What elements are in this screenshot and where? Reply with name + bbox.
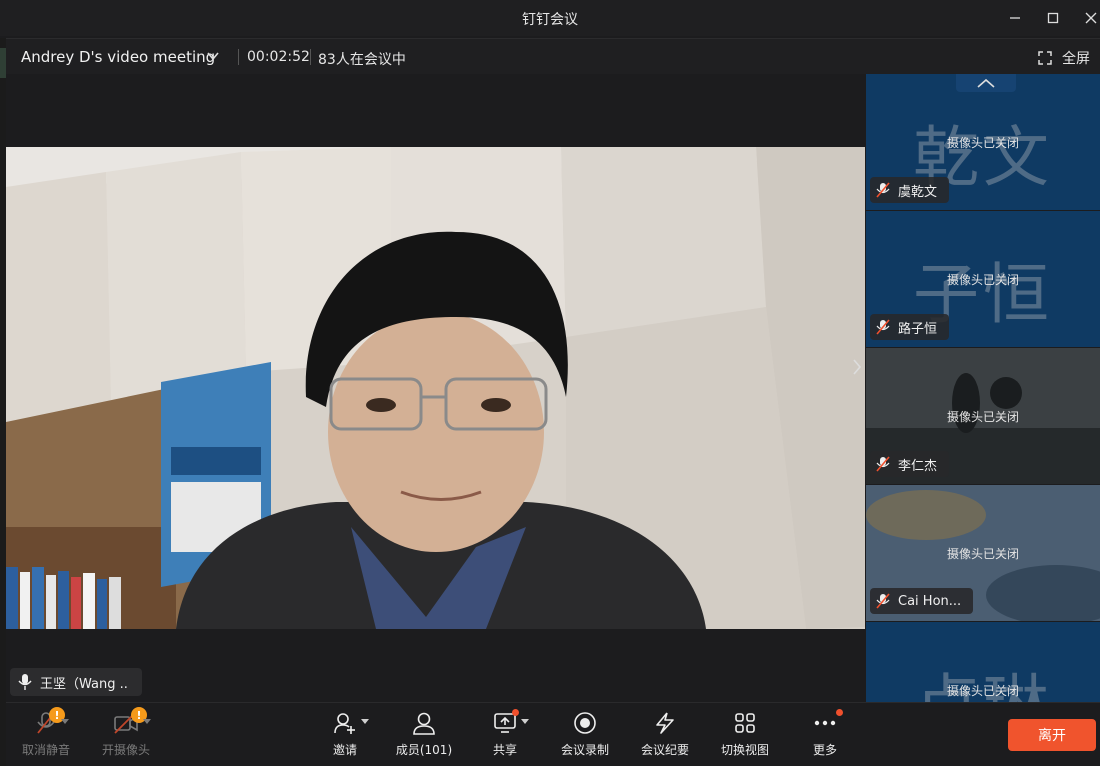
participant-name-tag: 李仁杰 — [870, 451, 950, 477]
minimize-icon — [1010, 17, 1020, 19]
share-label: 共享 — [492, 743, 517, 757]
maximize-button[interactable] — [1038, 6, 1068, 30]
unmute-button[interactable]: ! 取消静音 — [6, 707, 86, 758]
camera-off-status: 摄像头已关闭 — [946, 684, 1019, 698]
participant-name: 路子恒 — [898, 321, 938, 337]
caret-down-icon[interactable] — [61, 719, 69, 724]
leave-button[interactable]: 离开 — [1008, 719, 1096, 751]
record-button[interactable]: 会议录制 — [545, 711, 625, 758]
participant-sidebar: 乾文 摄像头已关闭 虞乾文 子恒 摄像头已关闭 路子恒 摄像头已关闭 李仁杰 摄… — [866, 74, 1100, 702]
caret-down-icon[interactable] — [521, 719, 529, 724]
chevron-up-icon — [977, 78, 995, 88]
participant-name: 李仁杰 — [898, 458, 938, 474]
unmute-label: 取消静音 — [21, 743, 70, 757]
members-label: 成员(101) — [395, 743, 453, 757]
start-camera-label: 开摄像头 — [101, 743, 150, 757]
meeting-title[interactable]: Andrey D's video meeting — [21, 48, 215, 66]
participant-tile[interactable]: 子恒 摄像头已关闭 路子恒 — [866, 211, 1100, 347]
notification-dot — [836, 709, 843, 716]
camera-off-status: 摄像头已关闭 — [946, 410, 1019, 424]
speaker-name: 王坚（Wang .. — [40, 676, 128, 692]
start-camera-button[interactable]: ! 开摄像头 — [86, 707, 166, 758]
participant-tile[interactable]: 摄像头已关闭 李仁杰 — [866, 348, 1100, 484]
title-bar: 钉钉会议 — [0, 0, 1100, 36]
maximize-icon — [1047, 12, 1059, 24]
participant-name: 虞乾文 — [898, 184, 938, 200]
fullscreen-label: 全屏 — [1062, 51, 1090, 67]
participant-name-tag: 路子恒 — [870, 314, 950, 340]
caret-down-icon[interactable] — [143, 719, 151, 724]
minutes-button[interactable]: 会议纪要 — [625, 711, 705, 758]
participant-tile[interactable]: 卢琳 摄像头已关闭 — [866, 622, 1100, 702]
speaker-video[interactable] — [6, 147, 865, 629]
members-icon — [413, 712, 435, 735]
share-button[interactable]: 共享 — [465, 709, 545, 758]
mic-muted-icon — [876, 319, 890, 335]
members-button[interactable]: 成员(101) — [384, 711, 464, 758]
add-user-icon — [334, 713, 355, 734]
chevron-right-icon — [853, 359, 862, 375]
more-button[interactable]: 更多 — [785, 709, 865, 758]
participant-count: 83人在会议中 — [318, 52, 406, 68]
more-icon — [814, 720, 836, 726]
switch-view-label: 切换视图 — [720, 743, 769, 757]
minutes-label: 会议纪要 — [640, 743, 689, 757]
grid-view-icon — [735, 713, 755, 733]
meeting-timer: 00:02:52 — [247, 49, 310, 65]
divider — [310, 49, 311, 65]
meeting-toolbar: ! 取消静音 ! 开摄像头 邀请 成员(101) 共享 会议录制 会议纪要 切换… — [6, 702, 1100, 766]
mic-muted-icon — [876, 182, 890, 198]
divider — [238, 49, 239, 65]
record-icon — [574, 712, 596, 734]
camera-off-status: 摄像头已关闭 — [946, 273, 1019, 287]
speaker-video-frame — [6, 147, 865, 629]
chevron-down-icon[interactable] — [206, 49, 220, 63]
fullscreen-icon — [1038, 51, 1052, 65]
microphone-icon — [18, 674, 32, 690]
participant-name-tag: 虞乾文 — [870, 177, 950, 203]
record-label: 会议录制 — [560, 743, 609, 757]
next-page-button[interactable] — [848, 352, 866, 382]
switch-view-button[interactable]: 切换视图 — [705, 711, 785, 758]
speaker-name-tag: 王坚（Wang .. — [10, 668, 142, 696]
window-title: 钉钉会议 — [522, 12, 578, 28]
participant-name: Cai Hon... — [898, 593, 962, 609]
meeting-info-bar: Andrey D's video meeting 00:02:52 83人在会议… — [6, 38, 1100, 74]
more-label: 更多 — [812, 743, 837, 757]
caret-down-icon[interactable] — [361, 719, 369, 724]
invite-label: 邀请 — [332, 743, 357, 757]
mic-muted-icon — [876, 456, 890, 472]
participant-tile[interactable]: 乾文 摄像头已关闭 虞乾文 — [866, 74, 1100, 210]
mic-muted-icon — [876, 593, 890, 609]
main-stage: 王坚（Wang .. — [6, 74, 865, 702]
participant-name-tag: Cai Hon... — [870, 588, 974, 614]
participant-tile[interactable]: 摄像头已关闭 Cai Hon... — [866, 485, 1100, 621]
minimize-button[interactable] — [1000, 6, 1030, 30]
close-button[interactable] — [1076, 6, 1100, 30]
notification-dot — [512, 709, 519, 716]
camera-off-status: 摄像头已关闭 — [946, 136, 1019, 150]
camera-off-status: 摄像头已关闭 — [946, 547, 1019, 561]
minutes-icon — [656, 712, 674, 734]
fullscreen-button[interactable]: 全屏 — [1038, 48, 1090, 68]
scroll-up-button[interactable] — [956, 74, 1016, 92]
close-icon — [1085, 12, 1097, 24]
invite-button[interactable]: 邀请 — [305, 711, 385, 758]
